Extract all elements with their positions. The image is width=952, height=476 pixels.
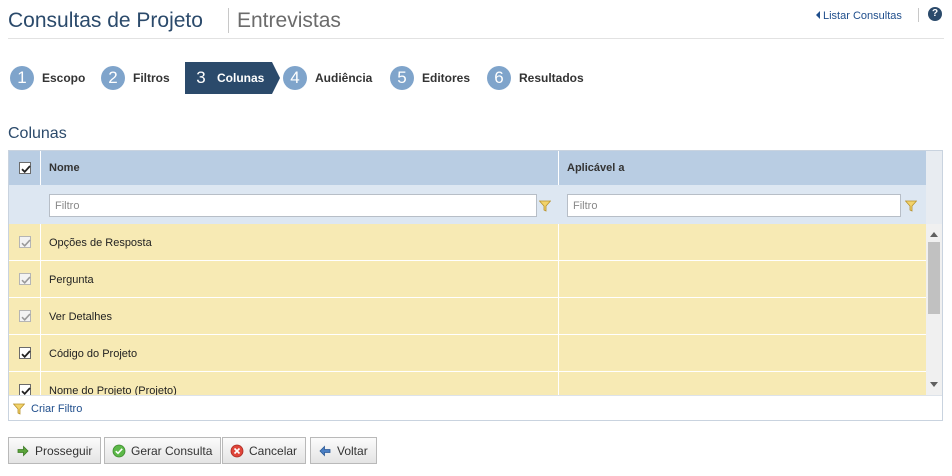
step-number: 1 <box>10 66 34 90</box>
row-checkbox-cell <box>9 261 41 298</box>
page-header: Consultas de Projeto Entrevistas Listar … <box>8 0 944 39</box>
row-checkbox-cell <box>9 298 41 335</box>
filter-cell-name <box>41 185 559 224</box>
grid-header: Nome Aplicável a <box>9 151 926 185</box>
columns-grid: Nome Aplicável a Opções de Resposta <box>8 150 943 421</box>
row-checkbox <box>19 310 31 322</box>
row-applies-to <box>559 335 926 372</box>
row-name: Pergunta <box>41 261 559 298</box>
funnel-icon <box>13 403 25 415</box>
funnel-icon[interactable] <box>539 200 551 212</box>
row-checkbox[interactable] <box>19 384 31 395</box>
column-header-name[interactable]: Nome <box>41 151 559 185</box>
check-circle-icon <box>112 444 126 457</box>
check-icon <box>21 276 31 284</box>
row-checkbox-cell <box>9 372 41 395</box>
back-label: Voltar <box>337 443 368 458</box>
page-title: Consultas de Projeto <box>8 9 203 32</box>
check-icon <box>21 387 31 395</box>
arrow-right-icon <box>17 445 29 456</box>
grid-body: Opções de Resposta Pergunta Ver Detalhes <box>9 224 926 395</box>
step-number: 6 <box>487 66 511 90</box>
filter-row <box>9 185 926 224</box>
row-checkbox <box>19 273 31 285</box>
generate-query-label: Gerar Consulta <box>131 443 213 458</box>
check-icon <box>21 239 31 247</box>
header-checkbox-cell <box>9 151 41 185</box>
step-scope[interactable]: 1 Escopo <box>10 62 85 94</box>
proceed-label: Prosseguir <box>35 443 93 458</box>
step-number: 2 <box>101 66 125 90</box>
row-name: Ver Detalhes <box>41 298 559 335</box>
header-scroll-filler <box>926 151 942 224</box>
table-row[interactable]: Ver Detalhes <box>9 298 926 335</box>
step-label: Escopo <box>42 71 86 85</box>
check-icon <box>21 165 31 174</box>
step-number: 4 <box>283 66 307 90</box>
title-divider <box>228 8 229 33</box>
table-row[interactable]: Opções de Resposta <box>9 224 926 261</box>
grid-footer: Criar Filtro <box>9 395 942 420</box>
list-queries-link[interactable]: Listar Consultas <box>816 10 902 22</box>
step-number: 3 <box>196 68 206 87</box>
step-results[interactable]: 6 Resultados <box>487 62 584 94</box>
cancel-button[interactable]: Cancelar <box>222 437 307 464</box>
list-queries-label: Listar Consultas <box>823 10 902 22</box>
header-divider <box>918 8 919 22</box>
row-name: Código do Projeto <box>41 335 559 372</box>
proceed-button[interactable]: Prosseguir <box>8 437 102 464</box>
help-icon[interactable]: ? <box>928 7 942 21</box>
name-filter-input[interactable] <box>49 194 537 217</box>
chevron-left-icon <box>816 11 820 19</box>
step-number: 5 <box>390 66 414 90</box>
select-all-checkbox[interactable] <box>19 162 31 174</box>
row-checkbox-cell <box>9 224 41 261</box>
step-label: Audiência <box>315 71 373 85</box>
table-row[interactable]: Código do Projeto <box>9 335 926 372</box>
step-editors[interactable]: 5 Editores <box>390 62 470 94</box>
row-applies-to <box>559 372 926 395</box>
scroll-up-icon[interactable] <box>930 232 938 237</box>
step-label: Resultados <box>519 71 584 85</box>
wizard-steps: 1 Escopo 2 Filtros 3 Colunas 4 Audiência… <box>8 62 708 94</box>
scroll-thumb[interactable] <box>928 242 940 314</box>
step-label: Editores <box>422 71 471 85</box>
check-icon <box>21 313 31 321</box>
row-name: Nome do Projeto (Projeto) <box>41 372 559 395</box>
column-header-applies-to[interactable]: Aplicável a <box>559 151 926 185</box>
step-filters[interactable]: 2 Filtros <box>101 62 170 94</box>
generate-query-button[interactable]: Gerar Consulta <box>104 437 222 464</box>
step-label: Colunas <box>217 71 265 85</box>
step-audience[interactable]: 4 Audiência <box>283 62 372 94</box>
row-name: Opções de Resposta <box>41 224 559 261</box>
section-title: Colunas <box>8 125 67 142</box>
row-applies-to <box>559 261 926 298</box>
step-label: Filtros <box>133 71 170 85</box>
create-filter-link[interactable]: Criar Filtro <box>13 403 82 415</box>
row-applies-to <box>559 224 926 261</box>
x-circle-icon <box>230 444 244 457</box>
create-filter-label: Criar Filtro <box>31 403 83 415</box>
scroll-down-icon[interactable] <box>930 382 938 387</box>
page-subtitle: Entrevistas <box>237 9 341 32</box>
cancel-label: Cancelar <box>249 443 298 458</box>
row-checkbox <box>19 236 31 248</box>
grid-scrollbar[interactable] <box>926 224 942 395</box>
arrow-left-icon <box>319 445 331 456</box>
row-checkbox[interactable] <box>19 347 31 359</box>
step-columns[interactable]: 3 Colunas <box>185 62 281 94</box>
row-checkbox-cell <box>9 335 41 372</box>
funnel-icon[interactable] <box>905 200 917 212</box>
applies-to-filter-input[interactable] <box>567 194 901 217</box>
check-icon <box>21 350 31 359</box>
row-applies-to <box>559 298 926 335</box>
table-row[interactable]: Pergunta <box>9 261 926 298</box>
filter-cell-applies-to <box>559 185 926 224</box>
table-row[interactable]: Nome do Projeto (Projeto) <box>9 372 926 395</box>
back-button[interactable]: Voltar <box>310 437 377 464</box>
